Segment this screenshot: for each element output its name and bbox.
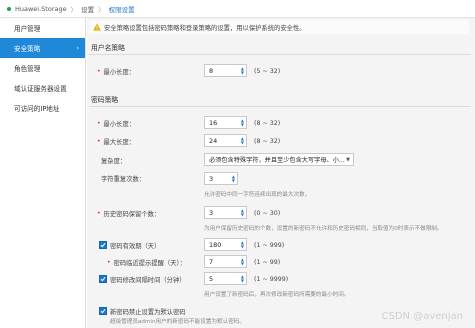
stepper-value: 24 xyxy=(209,136,218,145)
password-max-length-label: • 最大长度： xyxy=(97,135,135,147)
sidebar-item-label: 可访问的IP地址 xyxy=(14,105,60,113)
breadcrumb-separator: 〉 xyxy=(98,5,105,14)
breadcrumb-permission-settings: 权限设置 xyxy=(108,5,135,14)
stepper-arrows-icon[interactable]: ▲ ▼ xyxy=(241,273,244,284)
sidebar-item-accessible-ip[interactable]: 可访问的IP地址 xyxy=(0,98,85,118)
username-min-length-label: • 最小长度： xyxy=(97,65,135,77)
stepper-value: 3 xyxy=(209,174,214,183)
username-min-length-range: (5 ~ 32) xyxy=(254,67,281,75)
field-label: 新密码禁止设置为默认密码 xyxy=(110,308,186,316)
field-label: 最大长度： xyxy=(103,138,136,146)
validity-stepper[interactable]: 180 ▲ ▼ xyxy=(204,238,247,251)
field-label: 最小长度： xyxy=(103,68,136,76)
username-min-length-stepper[interactable]: 8 ▲ ▼ xyxy=(204,64,247,77)
sidebar-item-domain-auth-server[interactable]: 域认证服务器设置 xyxy=(0,78,85,98)
sidebar: 用户管理 安全策略 › 角色管理 域认证服务器设置 可访问的IP地址 xyxy=(0,18,86,328)
sidebar-item-label: 角色管理 xyxy=(14,65,41,73)
sidebar-item-role-management[interactable]: 角色管理 xyxy=(0,58,85,78)
required-marker: • xyxy=(97,137,101,145)
huawei-logo-icon xyxy=(7,6,11,11)
field-label: 密码修改间隔时间（分钟） xyxy=(110,276,186,284)
breadcrumb-app[interactable]: Huawei.Storage xyxy=(15,5,67,13)
password-min-length-stepper[interactable]: 16 ▲ ▼ xyxy=(204,116,247,129)
password-max-length-stepper[interactable]: 24 ▲ ▼ xyxy=(204,134,247,147)
expiry-warning-range: (1 ~ 99) xyxy=(254,258,281,266)
interval-hint: 用户设置了新密码后，再次修改新密码所需要的最小时间。 xyxy=(204,292,350,298)
sidebar-item-user-management[interactable]: 用户管理 xyxy=(0,18,85,38)
field-label: 密码临近提示提醒（天）： xyxy=(113,259,186,267)
interval-checkbox-row[interactable]: 密码修改间隔时间（分钟） xyxy=(99,273,186,285)
password-min-length-label: • 最小长度： xyxy=(97,117,135,129)
breadcrumb-separator: 〉 xyxy=(70,5,78,14)
breadcrumb: Huawei.Storage 〉 设置 〉 权限设置 xyxy=(0,0,475,18)
required-marker: • xyxy=(97,209,101,217)
repeat-count-label: 字符重复次数： xyxy=(101,175,146,183)
select-value: 必须包含特殊字符，并且至少包含大写字母、小... xyxy=(209,157,345,164)
stepper-arrows-icon[interactable]: ▲ ▼ xyxy=(241,135,244,146)
complexity-select[interactable]: 必须包含特殊字符，并且至少包含大写字母、小... ▼ xyxy=(204,153,354,166)
warning-icon xyxy=(93,23,101,31)
required-marker: • xyxy=(97,67,101,75)
sidebar-item-label: 用户管理 xyxy=(14,25,41,33)
interval-checkbox[interactable] xyxy=(99,275,107,283)
complexity-label: 复杂度： xyxy=(101,157,127,165)
stepper-arrows-icon[interactable]: ▲ ▼ xyxy=(241,239,244,250)
field-label: 历史密码保留个数： xyxy=(103,210,161,218)
sidebar-item-label: 域认证服务器设置 xyxy=(14,85,67,93)
field-label: 最小长度： xyxy=(103,120,136,128)
stepper-arrows-icon[interactable]: ▲ ▼ xyxy=(232,173,235,184)
history-count-label: • 历史密码保留个数： xyxy=(97,207,160,219)
forbid-default-hint: 超级管理员admin用户的新密码不能设置为默认密码。 xyxy=(110,319,245,325)
sidebar-item-label: 安全策略 xyxy=(14,45,41,53)
repeat-count-stepper[interactable]: 3 ▲ ▼ xyxy=(204,172,238,185)
stepper-value: 5 xyxy=(209,274,214,283)
sidebar-item-security-policy[interactable]: 安全策略 › xyxy=(0,38,85,58)
security-notice: 安全策略设置包括密码策略和登录策略的设置，用以保护系统的安全性。 xyxy=(89,20,469,34)
field-label: 密码有效期（天） xyxy=(110,242,161,250)
history-count-hint: 为用户保留历史密码的个数，设置的新密码不允许和历史密码相同，当取值为0时表示不做… xyxy=(204,226,443,232)
stepper-value: 180 xyxy=(209,240,222,249)
forbid-default-checkbox[interactable] xyxy=(99,307,107,315)
required-marker: • xyxy=(97,119,101,127)
notice-text: 安全策略设置包括密码策略和登录策略的设置，用以保护系统的安全性。 xyxy=(104,24,306,32)
stepper-arrows-icon[interactable]: ▲ ▼ xyxy=(241,207,244,218)
stepper-arrows-icon[interactable]: ▲ ▼ xyxy=(241,117,244,128)
stepper-value: 7 xyxy=(209,257,214,266)
validity-checkbox-row[interactable]: 密码有效期（天） xyxy=(99,239,160,251)
section-divider xyxy=(89,54,471,55)
expiry-warning-label: • 密码临近提示提醒（天）： xyxy=(107,256,186,268)
password-max-length-range: (8 ~ 32) xyxy=(254,137,281,145)
interval-range: (1 ~ 9999) xyxy=(254,275,289,283)
main-panel: 安全策略设置包括密码策略和登录策略的设置，用以保护系统的安全性。 用户名策略 •… xyxy=(87,18,475,328)
watermark: CSDN @avenjan xyxy=(381,311,463,322)
history-count-range: (0 ~ 30) xyxy=(254,209,281,217)
stepper-value: 16 xyxy=(209,118,218,127)
history-count-stepper[interactable]: 3 ▲ ▼ xyxy=(204,206,247,219)
stepper-value: 3 xyxy=(209,208,214,217)
required-marker: • xyxy=(107,258,111,266)
expiry-warning-stepper[interactable]: 7 ▲ ▼ xyxy=(204,255,247,268)
breadcrumb-settings[interactable]: 设置 xyxy=(81,4,94,14)
validity-range: (1 ~ 999) xyxy=(254,241,285,249)
chevron-right-icon: › xyxy=(76,44,79,52)
validity-checkbox[interactable] xyxy=(99,241,107,249)
stepper-arrows-icon[interactable]: ▲ ▼ xyxy=(241,65,244,76)
forbid-default-checkbox-row[interactable]: 新密码禁止设置为默认密码 xyxy=(99,305,186,317)
interval-stepper[interactable]: 5 ▲ ▼ xyxy=(204,272,247,285)
username-policy-title: 用户名策略 xyxy=(91,44,125,52)
chevron-down-icon: ▼ xyxy=(346,156,350,163)
stepper-value: 8 xyxy=(209,66,214,75)
password-min-length-range: (8 ~ 32) xyxy=(254,119,281,127)
section-divider xyxy=(89,106,471,107)
password-policy-title: 密码策略 xyxy=(91,96,119,104)
repeat-count-hint: 允许密码中同一字符连续出现的最大次数。 xyxy=(204,192,311,198)
stepper-arrows-icon[interactable]: ▲ ▼ xyxy=(241,256,244,267)
